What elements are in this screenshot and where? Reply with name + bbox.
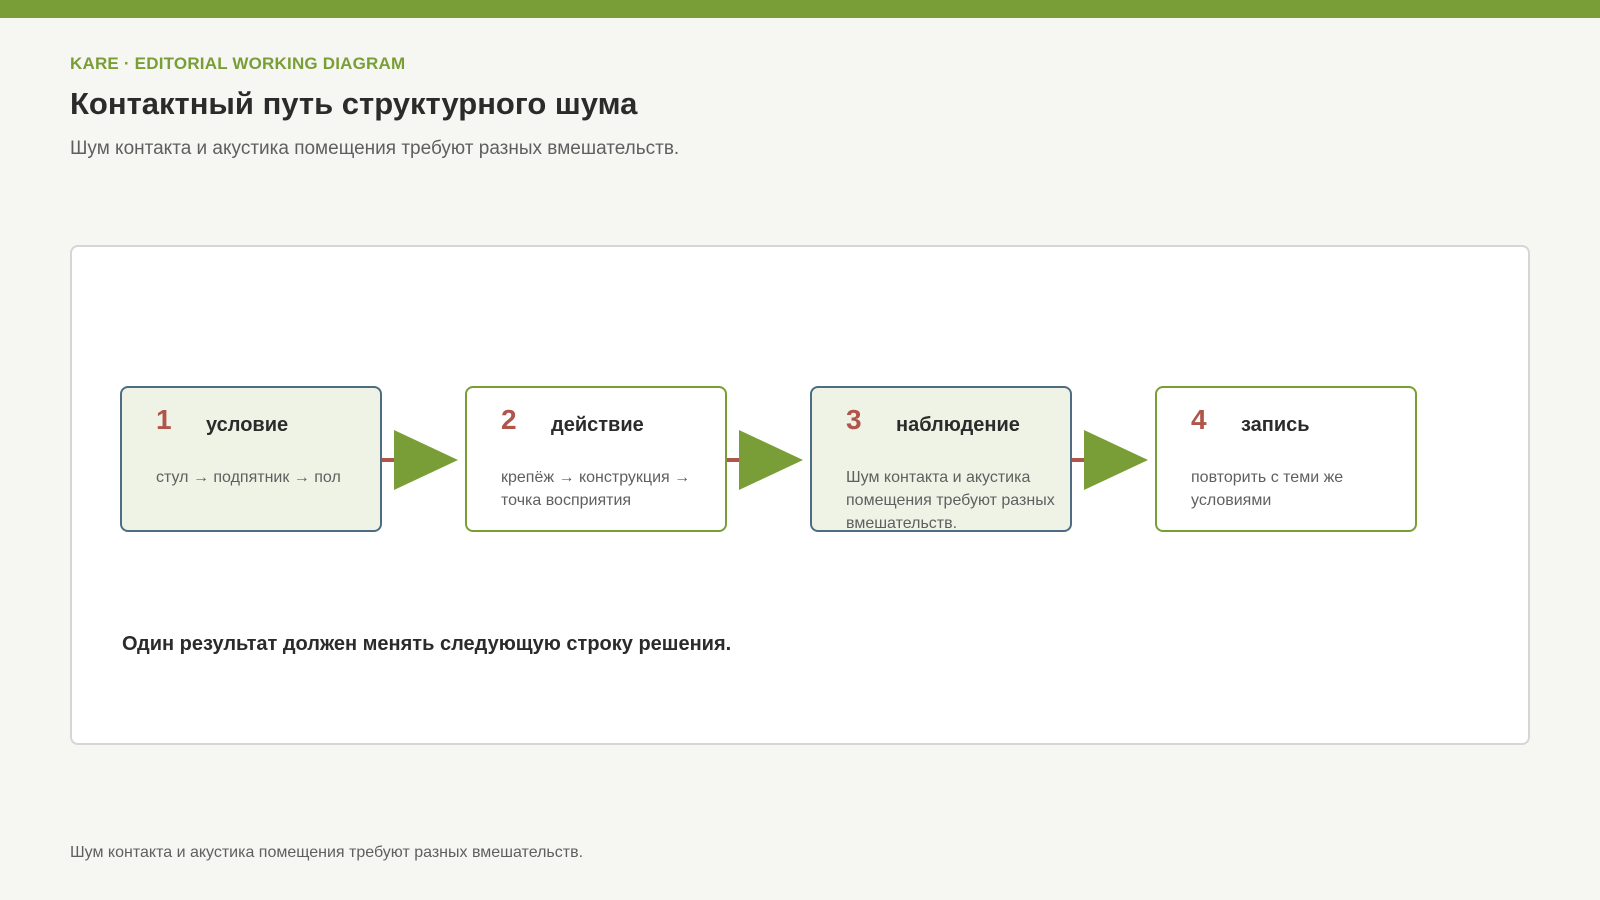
step-description: повторить с теми же условиями (1191, 469, 1344, 509)
step-description: Шум контакта и акустика помещения требую… (846, 469, 1055, 532)
step-label: запись (1241, 414, 1310, 436)
step-label: условие (206, 414, 289, 436)
diagram-takeaway: Один результат должен менять следующую с… (122, 633, 732, 655)
page-subtitle: Шум контакта и акустика помещения требую… (70, 138, 680, 159)
arrow-right-icon (727, 430, 803, 490)
arrow-right-icon (382, 430, 458, 490)
step-label: наблюдение (896, 414, 1020, 436)
step-label: действие (551, 414, 644, 436)
eyebrow-label: KARE · EDITORIAL WORKING DIAGRAM (70, 54, 406, 73)
step-action: 2 действие крепёж → конструкция → точка … (465, 386, 727, 532)
page-title: Контактный путь структурного шума (70, 86, 638, 121)
step-description: крепёж → конструкция → точка восприятия (501, 469, 691, 509)
step-number: 4 (1191, 404, 1207, 435)
step-number: 3 (846, 404, 862, 435)
step-description: стул → подпятник → пол (156, 469, 341, 486)
step-observation: 3 наблюдение Шум контакта и акустика пом… (810, 386, 1072, 532)
top-accent-bar (0, 0, 1600, 18)
step-number: 2 (501, 404, 517, 435)
step-record: 4 запись повторить с теми же условиями (1155, 386, 1417, 532)
footer-note: Шум контакта и акустика помещения требую… (70, 844, 584, 861)
step-number: 1 (156, 404, 172, 435)
arrow-right-icon (1072, 430, 1148, 490)
diagram-panel: 1 условие стул → подпятник → пол 2 дейст… (70, 245, 1530, 745)
step-condition: 1 условие стул → подпятник → пол (120, 386, 382, 532)
